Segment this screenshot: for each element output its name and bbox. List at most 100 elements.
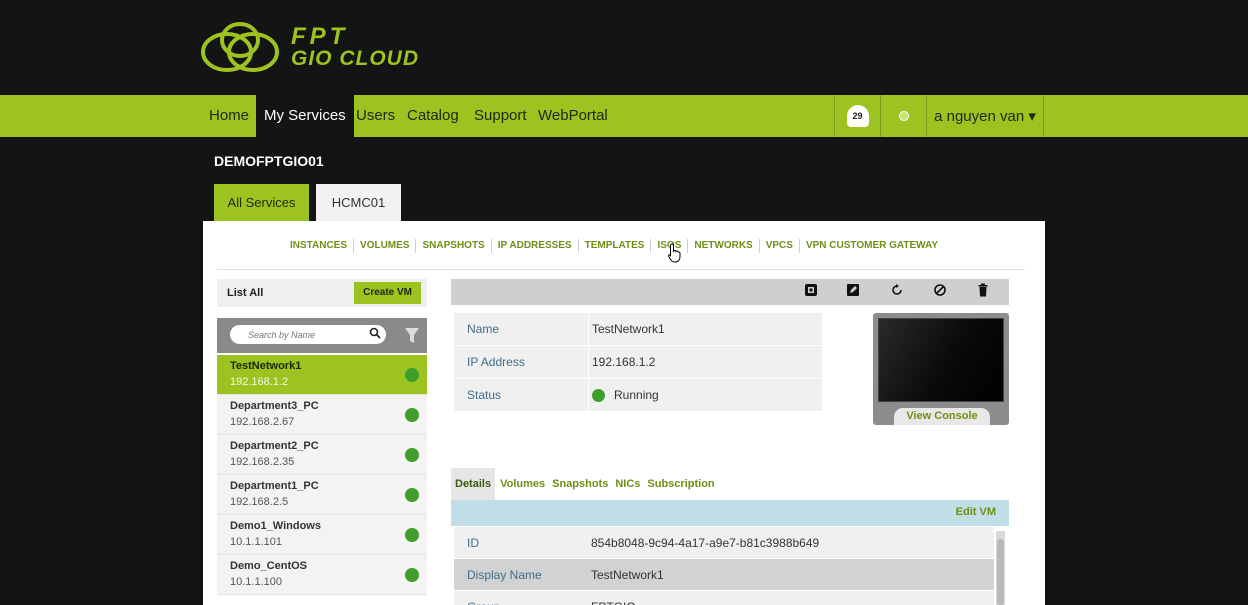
vm-ip: 192.168.1.2: [230, 376, 289, 388]
nav-my-services[interactable]: My Services: [256, 95, 354, 137]
vm-name: Demo1_Windows: [230, 520, 321, 532]
detail-value: FPTGIO: [588, 591, 994, 605]
list-item[interactable]: Department2_PC 192.168.2.35: [217, 435, 427, 475]
console-icon[interactable]: [802, 283, 820, 301]
vm-toolbar: [451, 279, 1009, 305]
list-item[interactable]: Department3_PC 192.168.2.67: [217, 395, 427, 435]
detail-scrollbar[interactable]: [996, 531, 1005, 605]
vm-ip: 192.168.2.67: [230, 416, 295, 428]
nav-webportal[interactable]: WebPortal: [538, 95, 608, 137]
summary-key: Status: [467, 388, 502, 402]
vm-ip: 192.168.2.35: [230, 456, 295, 468]
subnav-ip-addresses[interactable]: IP ADDRESSES: [490, 239, 578, 253]
logo-mark-icon: [201, 22, 279, 72]
view-console-button[interactable]: View Console: [894, 408, 990, 425]
brand-line2: GIO CLOUD: [291, 47, 419, 70]
tab-subscription[interactable]: Subscription: [647, 478, 714, 490]
fpt-gio-cloud-logo[interactable]: FPT GIO CLOUD: [199, 18, 419, 78]
scroll-thumb[interactable]: [997, 539, 1004, 605]
running-status-icon: [592, 388, 605, 402]
edit-vm-button[interactable]: Edit VM: [956, 506, 996, 518]
user-menu[interactable]: a nguyen van ▾: [926, 95, 1044, 137]
vm-ip: 192.168.2.5: [230, 496, 289, 508]
status-dot: [405, 568, 419, 582]
detail-key: ID: [467, 536, 479, 550]
header: FPT GIO CLOUD: [0, 0, 1248, 95]
detail-tabs: Details Volumes Snapshots NICs Subscript…: [451, 467, 1009, 500]
subnav-snapshots[interactable]: SNAPSHOTS: [415, 239, 490, 253]
notification-count: 29: [852, 111, 863, 121]
list-item[interactable]: Demo_CentOS 10.1.1.100: [217, 555, 427, 595]
account-name: DEMOFPTGIO01: [214, 153, 324, 169]
search-input[interactable]: [230, 325, 386, 344]
detail-header: Edit VM: [451, 500, 1009, 526]
nav-users[interactable]: Users: [356, 95, 395, 137]
bell-icon: 29: [846, 105, 869, 127]
service-subnav: INSTANCES VOLUMES SNAPSHOTS IP ADDRESSES…: [203, 235, 1025, 257]
status-button[interactable]: [880, 95, 926, 137]
vm-list: TestNetwork1 192.168.1.2 Department3_PC …: [217, 355, 427, 595]
summary-value: Running: [588, 379, 822, 411]
status-dot: [405, 408, 419, 422]
brand-name: FPT GIO CLOUD: [291, 25, 419, 70]
tab-nics[interactable]: NICs: [615, 478, 640, 490]
summary-key: Name: [467, 322, 500, 336]
stop-icon[interactable]: [931, 283, 949, 301]
filter-icon[interactable]: [405, 328, 419, 349]
summary-row: IP Address 192.168.1.2: [454, 346, 822, 379]
search-bar: [217, 318, 427, 353]
status-dot: [405, 528, 419, 542]
search-icon[interactable]: [369, 327, 381, 341]
main-nav: Home My Services Users Catalog Support W…: [0, 95, 1248, 137]
nav-catalog[interactable]: Catalog: [407, 95, 459, 137]
vm-name: Department2_PC: [230, 440, 319, 452]
vm-summary: Name TestNetwork1 IP Address 192.168.1.2…: [454, 313, 822, 412]
tab-details[interactable]: Details: [451, 467, 496, 500]
detail-key: Display Name: [467, 568, 542, 582]
tab-snapshots[interactable]: Snapshots: [552, 478, 608, 490]
list-item[interactable]: Demo1_Windows 10.1.1.101: [217, 515, 427, 555]
vm-name: Demo_CentOS: [230, 560, 308, 572]
list-header: List All Create VM: [217, 279, 427, 307]
hand-pointer-icon: [668, 243, 681, 263]
user-name: a nguyen van ▾: [934, 108, 1036, 125]
vm-name-value: TestNetwork1: [592, 321, 665, 336]
check-circle-icon: [898, 111, 909, 121]
summary-row: Name TestNetwork1: [454, 313, 822, 346]
tab-volumes[interactable]: Volumes: [500, 478, 545, 490]
list-item[interactable]: Department1_PC 192.168.2.5: [217, 475, 427, 515]
subnav-templates[interactable]: TEMPLATES: [577, 239, 651, 253]
status-dot: [405, 488, 419, 502]
subnav-vpn-customer-gateway[interactable]: VPN CUSTOMER GATEWAY: [798, 239, 944, 253]
subnav-networks[interactable]: NETWORKS: [687, 239, 758, 253]
summary-value: 192.168.1.2: [588, 346, 822, 378]
ip-address-value: 192.168.1.2: [592, 354, 656, 369]
detail-value: 854b8048-9c94-4a17-a9e7-b81c3988b649: [591, 536, 820, 550]
divider: [217, 269, 1025, 270]
services-panel: INSTANCES VOLUMES SNAPSHOTS IP ADDRESSES…: [203, 221, 1045, 605]
summary-value: TestNetwork1: [588, 313, 822, 345]
table-row: ID 854b8048-9c94-4a17-a9e7-b81c3988b649: [454, 527, 994, 559]
detail-table: ID 854b8048-9c94-4a17-a9e7-b81c3988b649 …: [454, 527, 994, 605]
refresh-icon[interactable]: [888, 283, 906, 301]
nav-home[interactable]: Home: [209, 95, 249, 137]
list-title: List All: [227, 287, 264, 299]
tab-all-services[interactable]: All Services: [214, 184, 309, 222]
status-dot: [405, 368, 419, 382]
console-preview[interactable]: View Console: [873, 313, 1009, 425]
vm-ip: 10.1.1.101: [230, 536, 282, 548]
subnav-vpcs[interactable]: VPCS: [758, 239, 799, 253]
trash-icon[interactable]: [974, 283, 992, 301]
vm-name: Department3_PC: [230, 400, 319, 412]
edit-icon[interactable]: [844, 283, 862, 301]
subnav-instances[interactable]: INSTANCES: [284, 239, 353, 253]
nav-support[interactable]: Support: [474, 95, 527, 137]
tab-hcmc01[interactable]: HCMC01: [316, 184, 401, 222]
subnav-volumes[interactable]: VOLUMES: [353, 239, 415, 253]
status-dot: [405, 448, 419, 462]
detail-value: TestNetwork1: [591, 568, 664, 582]
notifications-button[interactable]: 29: [834, 95, 880, 137]
vm-name: TestNetwork1: [230, 360, 302, 372]
list-item[interactable]: TestNetwork1 192.168.1.2: [217, 355, 427, 395]
create-vm-button[interactable]: Create VM: [354, 282, 421, 304]
